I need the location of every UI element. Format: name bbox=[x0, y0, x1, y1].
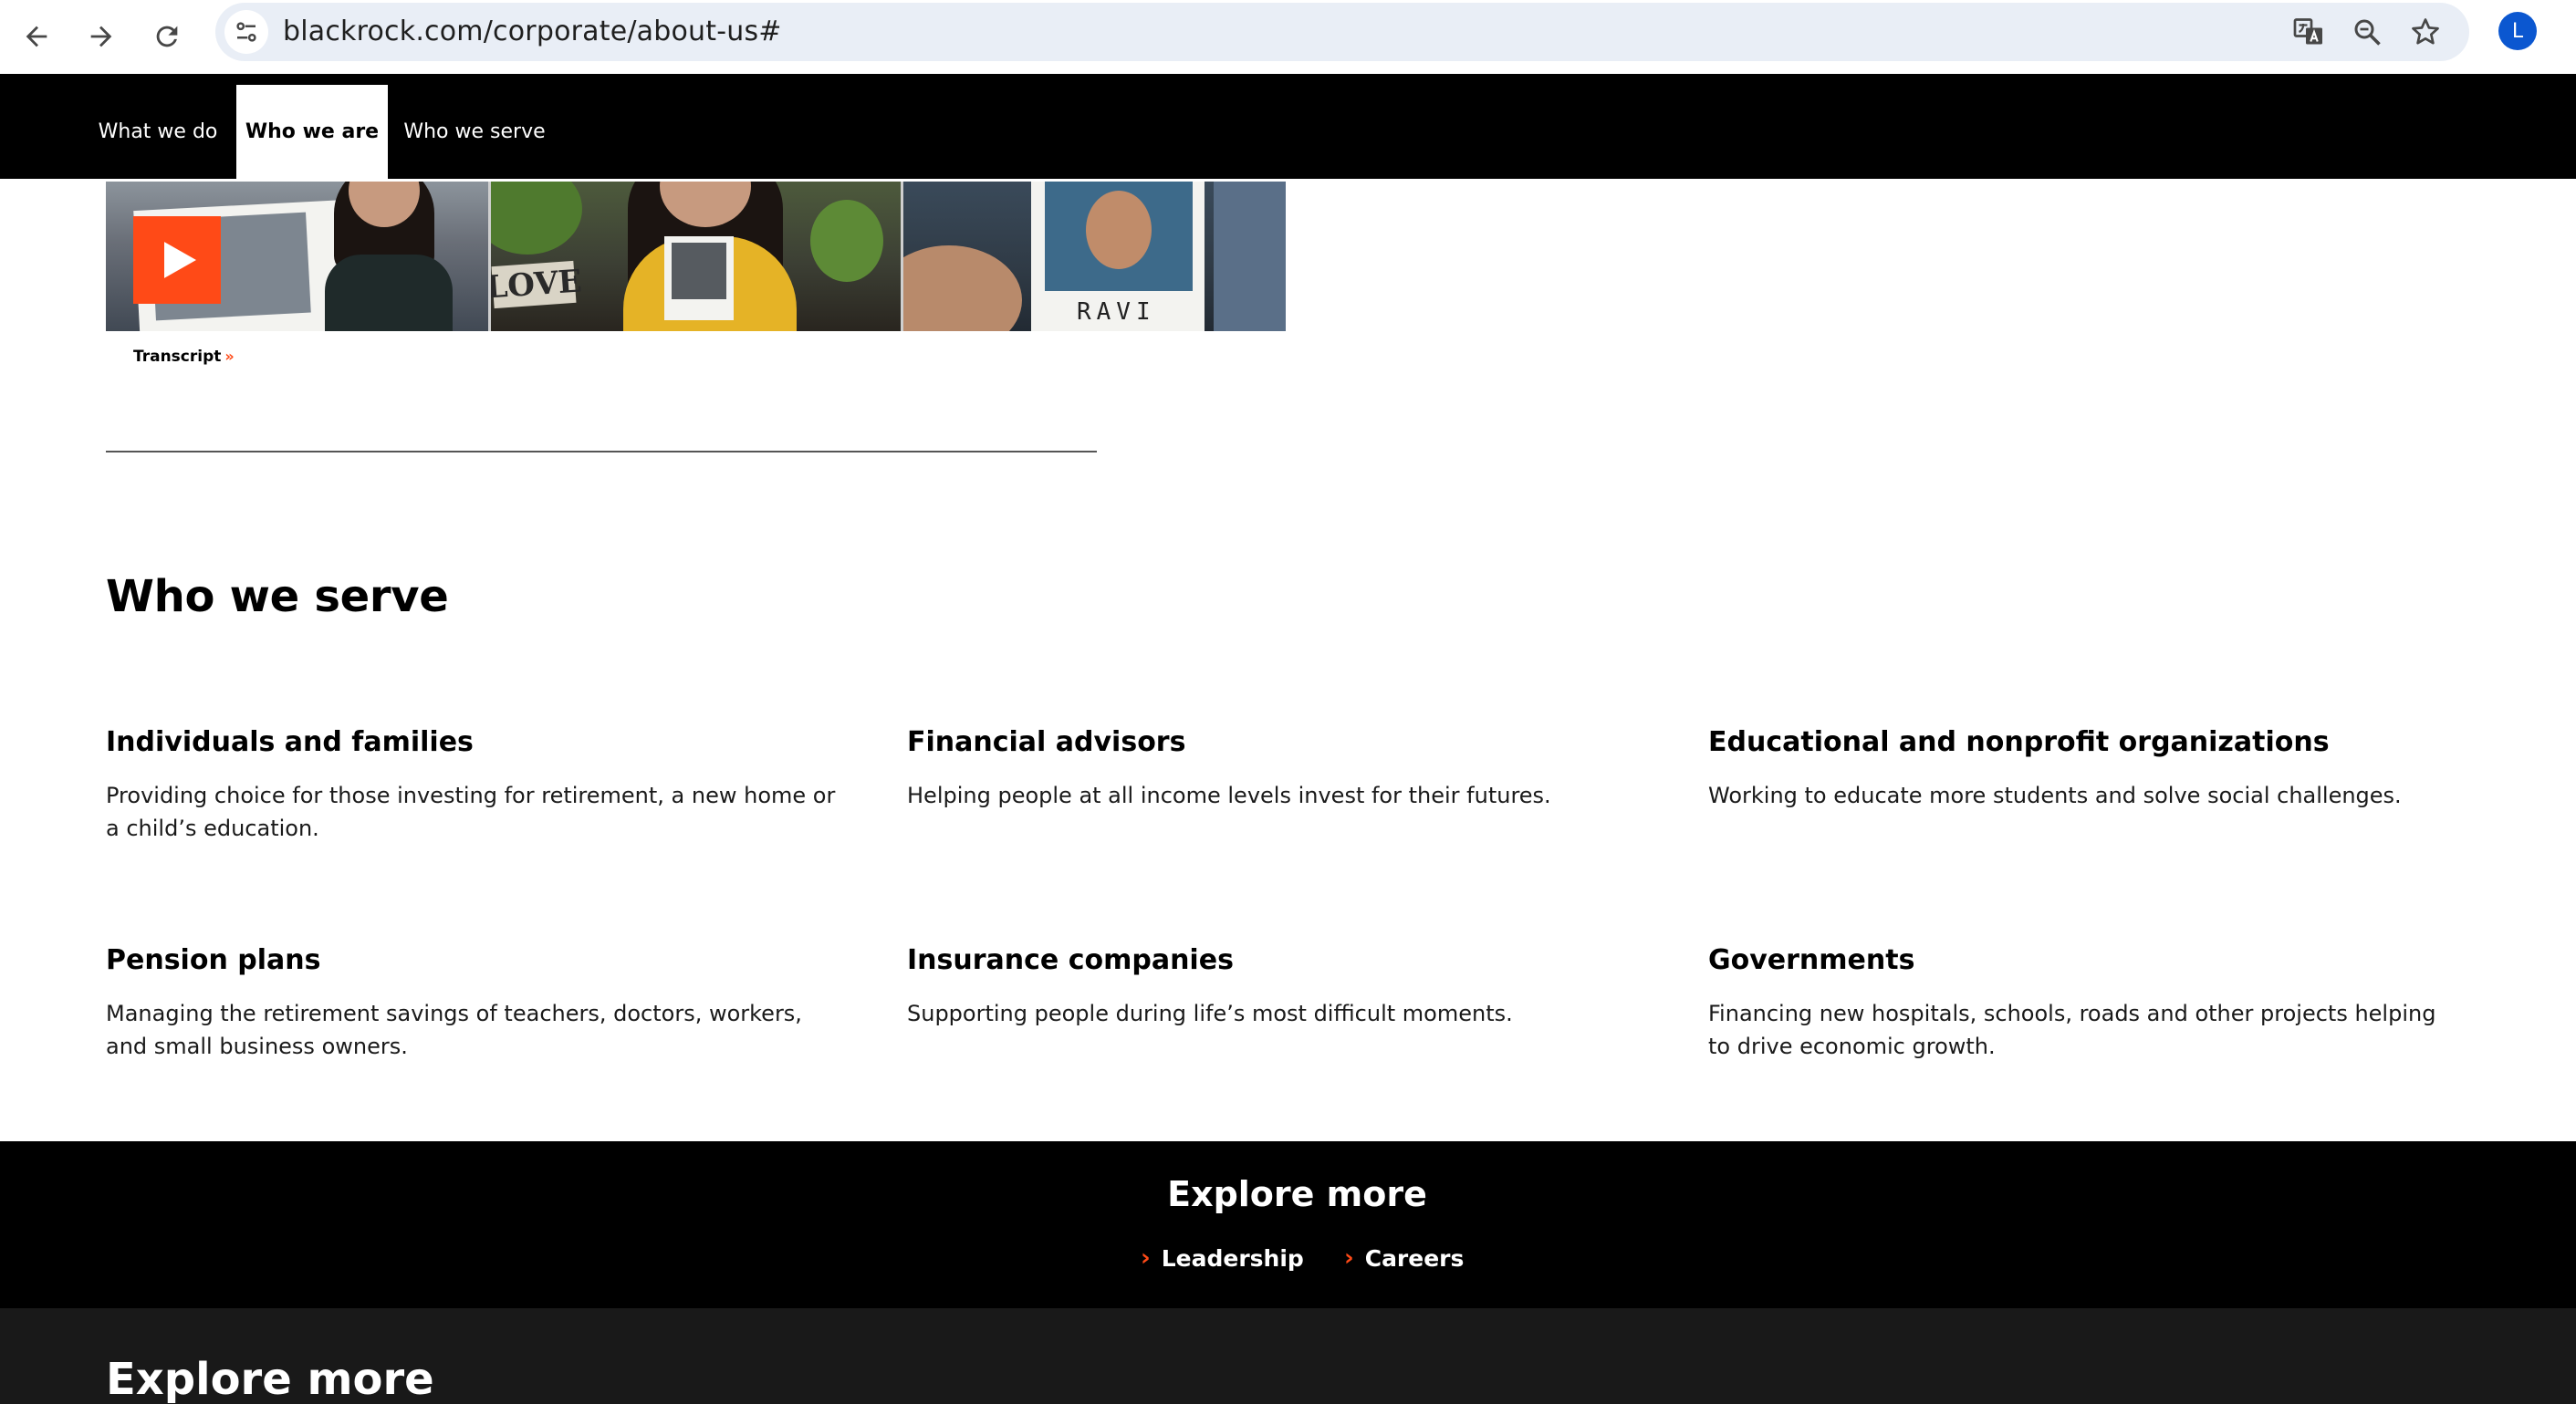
card-pension-plans: Pension plans Managing the retirement sa… bbox=[106, 944, 836, 1063]
plant-image bbox=[810, 200, 883, 282]
card-title: Financial advisors bbox=[907, 726, 1186, 758]
reload-button[interactable] bbox=[141, 10, 193, 63]
video-frame-2: LOVE bbox=[488, 182, 901, 331]
address-bar[interactable]: blackrock.com/corporate/about-us# bbox=[215, 3, 2469, 61]
card-text: Working to educate more students and sol… bbox=[1708, 783, 2402, 808]
browser-toolbar: blackrock.com/corporate/about-us# L bbox=[0, 0, 2576, 74]
photo-name-label: RAVI bbox=[1077, 298, 1156, 326]
card-title: Educational and nonprofit organizations bbox=[1708, 726, 2330, 758]
careers-link[interactable]: › Careers bbox=[1344, 1244, 1464, 1272]
card-title: Individuals and families bbox=[106, 726, 474, 758]
tab-who-we-serve[interactable]: Who we serve bbox=[402, 85, 547, 179]
bookmark-button[interactable] bbox=[2407, 14, 2444, 50]
transcript-label: Transcript bbox=[133, 348, 222, 366]
translate-button[interactable] bbox=[2290, 14, 2327, 50]
zoom-button[interactable] bbox=[2349, 14, 2385, 50]
chair-image bbox=[1214, 182, 1286, 331]
card-text: Financing new hospitals, schools, roads … bbox=[1708, 1001, 2436, 1059]
card-individuals-families: Individuals and families Providing choic… bbox=[106, 726, 836, 845]
zoom-icon bbox=[2354, 19, 2381, 46]
tune-icon bbox=[236, 22, 256, 42]
card-title: Governments bbox=[1708, 944, 1915, 976]
play-icon bbox=[164, 242, 196, 278]
back-button[interactable] bbox=[10, 10, 63, 63]
section-title-who-we-serve: Who we serve bbox=[106, 571, 449, 622]
profile-avatar[interactable]: L bbox=[2498, 12, 2537, 50]
footer-title: Explore more bbox=[106, 1354, 434, 1404]
card-title: Insurance companies bbox=[907, 944, 1234, 976]
translate-icon bbox=[2293, 18, 2322, 45]
section-divider bbox=[106, 451, 1097, 452]
card-text: Providing choice for those investing for… bbox=[106, 783, 836, 841]
card-title: Pension plans bbox=[106, 944, 321, 976]
chevron-right-icon: › bbox=[1141, 1244, 1151, 1272]
tab-what-we-do[interactable]: What we do bbox=[94, 85, 222, 179]
footer-explore-section: Explore more bbox=[0, 1308, 2576, 1404]
explore-more-band: Explore more › Leadership › Careers bbox=[0, 1141, 2576, 1308]
person-face bbox=[1086, 191, 1152, 269]
leadership-link[interactable]: › Leadership bbox=[1141, 1244, 1304, 1272]
tab-who-we-are[interactable]: Who we are bbox=[236, 85, 388, 179]
reload-icon bbox=[156, 26, 178, 47]
explore-more-title: Explore more bbox=[1167, 1174, 1427, 1214]
video-frame-1 bbox=[106, 182, 488, 331]
video-frame-3: RAVI bbox=[901, 182, 1286, 331]
video-thumbnail[interactable]: LOVE RAVI bbox=[106, 182, 1286, 331]
transcript-toggle[interactable]: Transcript » bbox=[133, 348, 235, 366]
site-info-button[interactable] bbox=[224, 10, 268, 54]
url-text[interactable]: blackrock.com/corporate/about-us# bbox=[283, 16, 782, 47]
photo-image bbox=[672, 243, 726, 299]
play-button[interactable] bbox=[133, 216, 221, 304]
link-label: Leadership bbox=[1161, 1244, 1304, 1272]
card-text: Helping people at all income levels inve… bbox=[907, 783, 1551, 808]
person-shirt bbox=[325, 255, 453, 331]
star-icon bbox=[2412, 18, 2439, 45]
card-governments: Governments Financing new hospitals, sch… bbox=[1708, 944, 2438, 1063]
card-text: Supporting people during life’s most dif… bbox=[907, 1001, 1513, 1026]
forward-button[interactable] bbox=[75, 10, 128, 63]
chevron-down-double-icon: » bbox=[224, 348, 235, 365]
card-financial-advisors: Financial advisors Helping people at all… bbox=[907, 726, 1637, 812]
card-educational-nonprofit: Educational and nonprofit organizations … bbox=[1708, 726, 2438, 812]
plant-image bbox=[491, 182, 582, 255]
arrow-right-icon bbox=[90, 26, 112, 47]
arrow-left-icon bbox=[26, 26, 47, 47]
card-text: Managing the retirement savings of teach… bbox=[106, 1001, 802, 1059]
chevron-right-icon: › bbox=[1344, 1244, 1354, 1272]
love-sign: LOVE bbox=[491, 260, 583, 309]
site-subnav: What we do Who we are Who we serve bbox=[0, 74, 2576, 179]
link-label: Careers bbox=[1364, 1244, 1465, 1272]
card-insurance-companies: Insurance companies Supporting people du… bbox=[907, 944, 1637, 1030]
hand-image bbox=[903, 245, 1022, 331]
